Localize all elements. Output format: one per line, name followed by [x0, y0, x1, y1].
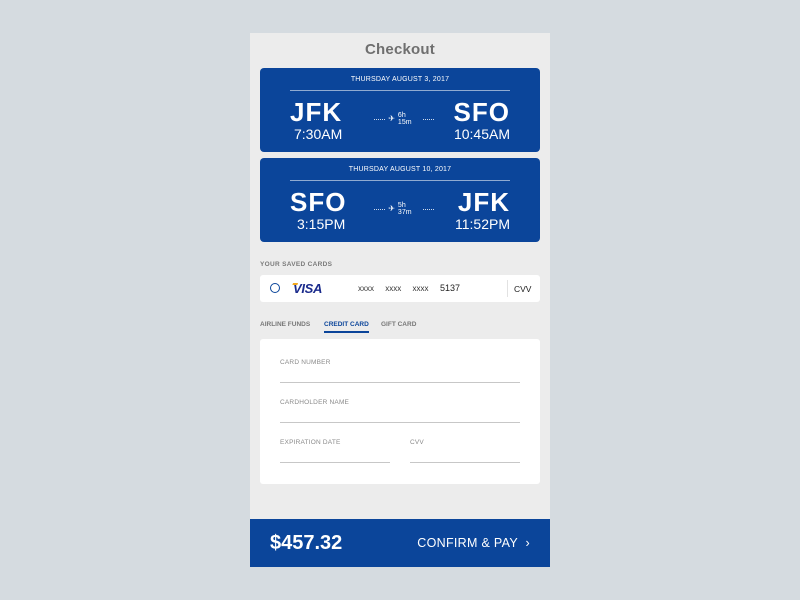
dotted-line [374, 118, 386, 120]
flight-duration: 6h 15m [397, 112, 412, 126]
expiration-date-input[interactable] [280, 462, 390, 464]
saved-card-cvv-input[interactable]: CVV [514, 284, 531, 294]
divider [290, 180, 510, 181]
flight-date: THURSDAY AUGUST 3, 2017 [350, 76, 450, 83]
flight-duration-group: ✈ 6h 15m [374, 112, 434, 126]
credit-card-form: CARD NUMBER CARDHOLDER NAME EXPIRATION D… [260, 339, 540, 484]
cvv-input[interactable] [410, 462, 520, 464]
card-number-input[interactable] [280, 382, 520, 384]
total-amount: $457.32 [270, 532, 343, 554]
flight-date: THURSDAY AUGUST 10, 2017 [348, 166, 452, 173]
departure-time: 7:30AM [294, 126, 343, 142]
confirm-pay-label: CONFIRM & PAY [417, 536, 518, 550]
divider [290, 90, 510, 91]
destination-code: JFK [457, 187, 510, 217]
flight-duration: 5h 37m [397, 202, 412, 216]
plane-icon: ✈ [388, 204, 395, 213]
arrival-time: 10:45AM [453, 126, 510, 142]
origin-code: JFK [290, 97, 343, 127]
arrival-time: 11:52PM [455, 216, 510, 232]
expiration-date-label: EXPIRATION DATE [280, 439, 341, 446]
plane-icon: ✈ [388, 114, 395, 123]
origin-code: SFO [290, 187, 347, 217]
masked-card-number: xxxx xxxx xxxx [358, 284, 429, 293]
flight-card-return[interactable]: THURSDAY AUGUST 10, 2017 SFO 3:15PM ✈ 5h… [260, 158, 540, 242]
divider [507, 280, 508, 297]
dotted-line [422, 118, 434, 120]
pay-bar: $457.32 CONFIRM & PAY › [250, 519, 550, 567]
tab-airline-funds[interactable]: AIRLINE FUNDS [260, 321, 310, 328]
tab-credit-card[interactable]: CREDIT CARD [324, 321, 369, 333]
destination-code: SFO [453, 97, 510, 127]
cardholder-name-input[interactable] [280, 422, 520, 424]
flight-card-outbound[interactable]: THURSDAY AUGUST 3, 2017 JFK 7:30AM ✈ 6h … [260, 68, 540, 152]
confirm-pay-button[interactable]: CONFIRM & PAY › [417, 536, 530, 550]
chevron-right-icon: › [525, 536, 530, 550]
flight-duration-group: ✈ 5h 37m [374, 202, 434, 216]
visa-logo: VISA [293, 281, 323, 296]
cardholder-name-label: CARDHOLDER NAME [280, 399, 350, 406]
cvv-label: CVV [410, 439, 424, 446]
checkout-screen: Checkout THURSDAY AUGUST 3, 2017 JFK 7:3… [250, 33, 550, 567]
dotted-line [422, 208, 434, 210]
saved-card-row[interactable]: VISA xxxx xxxx xxxx 5137 CVV [260, 275, 540, 302]
card-number-label: CARD NUMBER [280, 359, 331, 366]
saved-cards-label: YOUR SAVED CARDS [260, 261, 333, 268]
dotted-line [374, 208, 386, 210]
card-last-four: 5137 [440, 283, 461, 293]
page-title: Checkout [365, 41, 435, 58]
departure-time: 3:15PM [297, 216, 346, 232]
tab-gift-card[interactable]: GIFT CARD [381, 321, 416, 328]
card-radio[interactable] [270, 283, 280, 293]
